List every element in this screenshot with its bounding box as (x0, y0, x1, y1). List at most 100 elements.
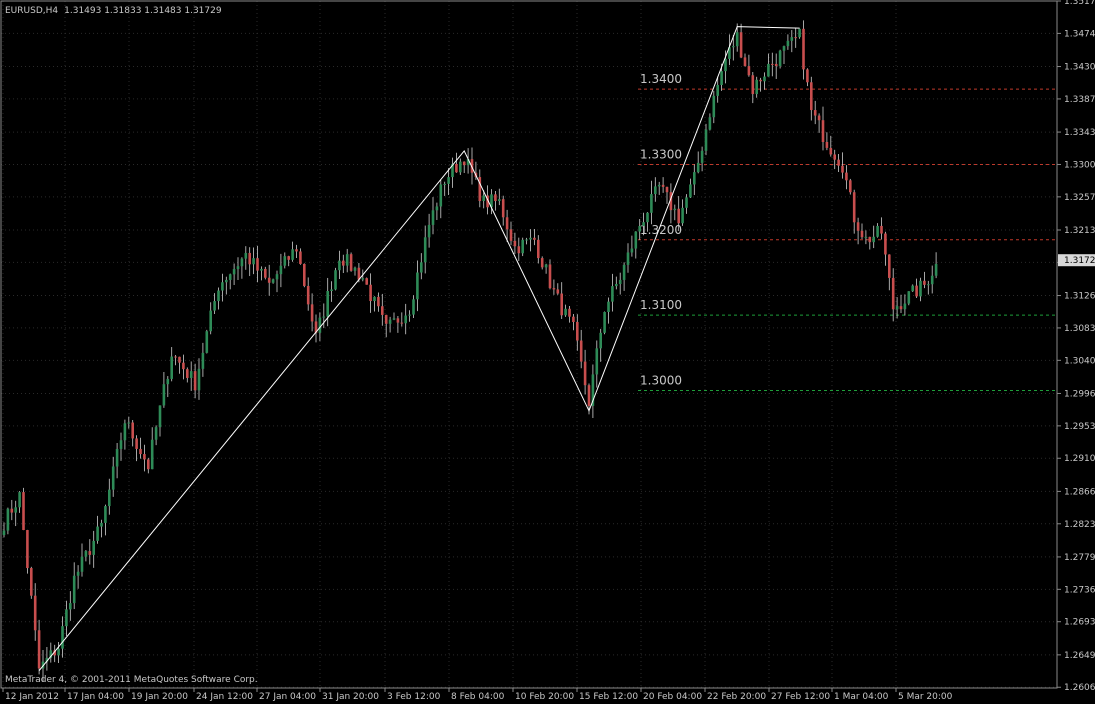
candle-body (907, 291, 911, 304)
candle-body (33, 595, 37, 631)
x-tick-label: 31 Jan 20:00 (322, 692, 379, 702)
candle-body (837, 159, 840, 166)
candle-body (381, 306, 384, 315)
x-tick-label: 20 Feb 04:00 (643, 692, 702, 702)
candle-body (579, 340, 583, 362)
candle-body (494, 194, 497, 202)
candle-body (100, 522, 103, 527)
candle-body (583, 361, 587, 386)
candle-body (420, 262, 423, 273)
candle-body (825, 142, 829, 148)
candle-body (618, 279, 622, 285)
candle-body (209, 310, 212, 332)
candle-body (287, 256, 290, 260)
candle-body (158, 405, 162, 428)
y-tick-label: 1.31260 (1064, 292, 1095, 302)
candle-body (310, 304, 314, 322)
candle-body (236, 266, 240, 270)
candle-body (782, 46, 786, 51)
candle-body (891, 277, 895, 310)
y-tick-label: 1.33000 (1064, 160, 1095, 170)
y-tick-label: 1.28660 (1064, 487, 1095, 497)
candle-body (763, 76, 766, 82)
candle-body (275, 274, 279, 280)
candle-body (131, 422, 134, 439)
candle-body (716, 85, 719, 96)
candle-body (295, 249, 298, 252)
candle-body (915, 285, 918, 297)
candle-body (88, 551, 92, 555)
y-tick-label: 1.26060 (1064, 683, 1095, 693)
candle-body (568, 308, 571, 317)
candle-body (607, 301, 610, 312)
x-tick-label: 15 Feb 12:00 (579, 692, 638, 702)
candle-body (665, 186, 669, 193)
candle-body (724, 58, 727, 72)
candle-body (423, 237, 427, 263)
candle-body (615, 284, 618, 287)
candle-body (459, 161, 462, 173)
candle-body (852, 192, 856, 223)
candle-body (384, 314, 388, 324)
candle-body (673, 208, 677, 211)
candle-body (330, 289, 333, 291)
candle-body (732, 46, 735, 48)
candle-body (408, 314, 411, 316)
candle-body (427, 224, 431, 238)
candle-body (377, 296, 380, 307)
candle-body (462, 161, 466, 166)
candle-body (201, 352, 205, 369)
candle-body (318, 317, 322, 333)
y-tick-label: 1.33430 (1064, 128, 1095, 138)
candle-body (739, 32, 743, 58)
candle-body (638, 226, 641, 232)
candle-body (65, 609, 68, 627)
level-label: 1.3300 (640, 147, 682, 161)
candle-body (689, 184, 692, 198)
candle-body (685, 197, 688, 208)
candle-body (576, 322, 579, 341)
candle-body (10, 508, 14, 513)
candle-body (84, 551, 88, 557)
price-chart[interactable]: 1.34001.33001.32001.31001.3000 1.351701.… (0, 0, 1095, 704)
candle-body (248, 252, 251, 265)
x-tick-label: 27 Feb 12:00 (771, 692, 830, 702)
y-tick-label: 1.27360 (1064, 585, 1095, 595)
y-tick-label: 1.33870 (1064, 95, 1095, 105)
candle-body (252, 258, 255, 265)
candle-body (127, 422, 131, 424)
candle-body (798, 28, 801, 38)
candle-body (603, 311, 606, 333)
candle-body (642, 222, 645, 227)
candle-body (556, 289, 560, 294)
candle-body (455, 163, 458, 173)
candle-body (392, 318, 396, 320)
candle-body (400, 322, 404, 324)
y-tick-label: 1.26930 (1064, 618, 1095, 628)
candle-body (657, 184, 661, 187)
candle-body (349, 254, 353, 271)
x-tick-label: 17 Jan 04:00 (67, 692, 124, 702)
candle-body (299, 251, 302, 264)
candle-body (930, 275, 934, 285)
candle-body (513, 240, 517, 247)
candle-body (599, 332, 602, 349)
candle-body (934, 263, 938, 276)
x-tick-label: 19 Jan 20:00 (131, 692, 188, 702)
copyright-text: MetaTrader 4, © 2001-2011 MetaQuotes Sof… (5, 675, 258, 685)
y-tick-label: 1.29100 (1064, 454, 1095, 464)
candle-body (743, 57, 747, 67)
x-tick-label: 1 Mar 04:00 (834, 692, 889, 702)
candle-body (903, 303, 907, 310)
candle-body (279, 265, 283, 275)
candle-body (751, 75, 755, 95)
y-tick-label: 1.35170 (1064, 0, 1095, 7)
candle-body (435, 206, 439, 211)
candle-body (880, 225, 883, 234)
candle-body (353, 267, 357, 271)
current-price-label: 1.31729 (1064, 256, 1095, 266)
candle-body (833, 154, 836, 160)
candle-body (755, 79, 758, 95)
candle-body (96, 526, 99, 541)
candle-body (80, 556, 84, 572)
